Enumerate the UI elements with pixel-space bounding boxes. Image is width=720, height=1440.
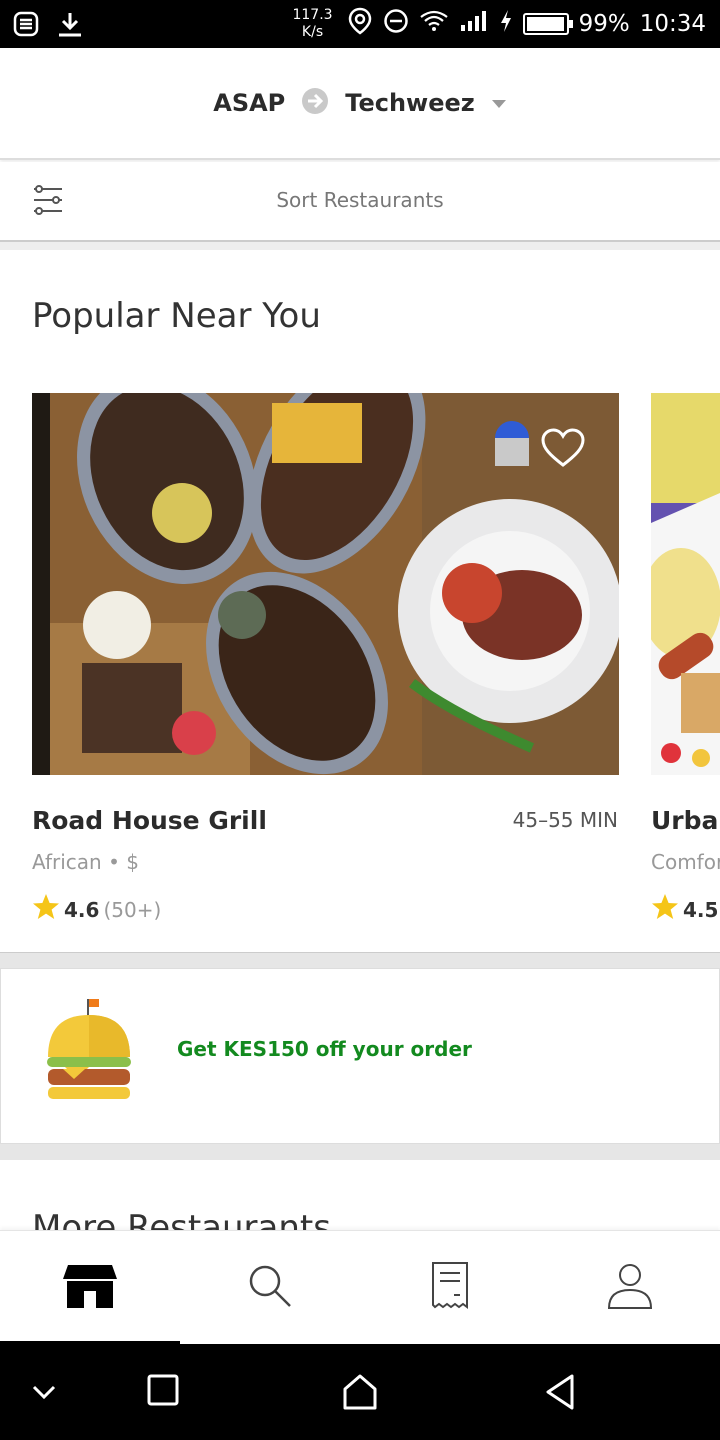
- chevron-down-icon[interactable]: [491, 94, 507, 113]
- star-icon: [32, 893, 60, 926]
- download-icon: [56, 10, 84, 42]
- bottom-navigation: [0, 1230, 720, 1345]
- separator-dot: •: [108, 850, 127, 874]
- battery-percent: 99%: [578, 11, 630, 37]
- clock: 10:34: [639, 11, 706, 37]
- favorite-heart-icon[interactable]: [540, 428, 586, 472]
- nav-account[interactable]: [540, 1231, 720, 1345]
- section-divider: [0, 242, 720, 250]
- cuisine-label: African: [32, 850, 102, 874]
- restaurant-name[interactable]: Road House Grill: [32, 806, 267, 835]
- promo-text[interactable]: Get KES150 off your order: [177, 1037, 472, 1061]
- review-count: (50+): [103, 897, 162, 922]
- restaurant-rating: 4.6 (50+): [32, 893, 161, 926]
- system-navigation-bar: [0, 1344, 720, 1440]
- search-icon: [246, 1262, 294, 1314]
- home-icon[interactable]: [340, 1372, 380, 1416]
- storefront-icon: [62, 1263, 118, 1313]
- user-icon: [606, 1262, 654, 1314]
- notification-list-icon: [12, 10, 40, 42]
- section-divider: [0, 952, 720, 968]
- promo-banner[interactable]: Get KES150 off your order: [0, 968, 720, 1144]
- nav-home[interactable]: [0, 1231, 180, 1345]
- sort-bar[interactable]: Sort Restaurants: [0, 162, 720, 242]
- wifi-icon: [419, 9, 449, 39]
- burger-icon: [45, 999, 133, 1105]
- battery-icon: [522, 13, 573, 35]
- net-speed-unit: K/s: [301, 24, 324, 40]
- signal-icon: [459, 9, 489, 39]
- restaurant-rating-2: 4.5: [651, 893, 718, 926]
- star-icon: [651, 893, 679, 926]
- delivery-time[interactable]: ASAP: [213, 89, 285, 117]
- chevron-down-icon[interactable]: [30, 1382, 58, 1406]
- rating-value: 4.6: [64, 897, 100, 922]
- restaurant-image-2[interactable]: [651, 393, 720, 775]
- arrow-right-circle-icon: [301, 87, 329, 119]
- restaurant-meta-2: Comfor: [651, 850, 720, 874]
- location-icon: [347, 7, 373, 41]
- section-divider: [0, 1144, 720, 1160]
- status-bar: 117.3 K/s 99% 10:34: [0, 0, 720, 48]
- nav-search[interactable]: [180, 1231, 360, 1345]
- delivery-location[interactable]: Techweez: [345, 89, 474, 117]
- do-not-disturb-icon: [383, 8, 409, 40]
- net-speed: 117.3 K/s: [292, 7, 332, 41]
- price-level: $: [126, 850, 139, 874]
- back-icon[interactable]: [542, 1372, 578, 1416]
- restaurant-image[interactable]: [32, 393, 619, 775]
- restaurant-meta: African • $: [32, 850, 139, 874]
- nav-orders[interactable]: [360, 1231, 540, 1345]
- charging-icon: [499, 9, 513, 39]
- rating-value-2: 4.5: [683, 897, 719, 922]
- receipt-icon: [430, 1261, 470, 1315]
- sort-restaurants-label[interactable]: Sort Restaurants: [0, 188, 720, 212]
- section-title-popular: Popular Near You: [32, 296, 321, 336]
- delivery-time-estimate: 45–55 MIN: [512, 808, 618, 832]
- net-speed-value: 117.3: [292, 7, 333, 23]
- section-title-more: More Restaurants: [32, 1208, 331, 1232]
- restaurant-name-2[interactable]: Urbar: [651, 806, 720, 835]
- delivery-header[interactable]: ASAP Techweez: [0, 48, 720, 160]
- recents-icon[interactable]: [146, 1372, 182, 1412]
